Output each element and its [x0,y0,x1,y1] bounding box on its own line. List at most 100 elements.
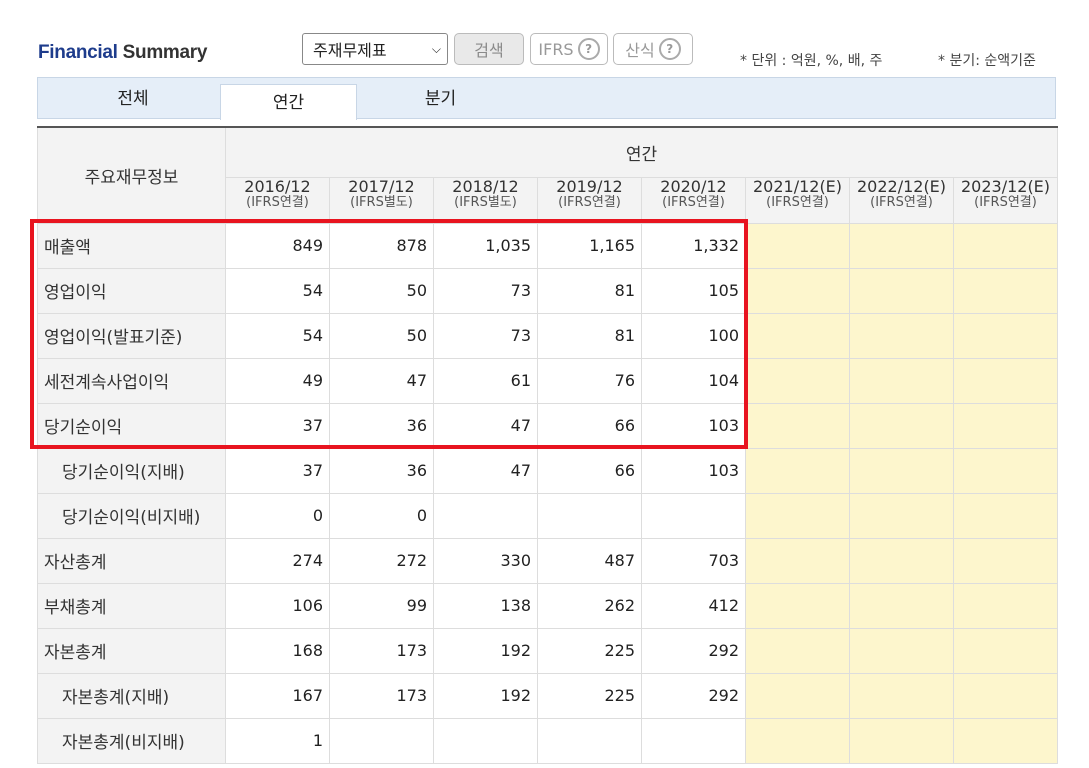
question-icon: ? [577,38,600,60]
value-cell: 262 [537,582,642,629]
year-basis: (IFRS별도) [350,194,413,210]
table-row: 영업이익 54 50 73 81 105 [37,267,1058,314]
year-basis: (IFRS별도) [454,194,517,210]
row-label: 세전계속사업이익 [37,357,226,404]
table-row: 세전계속사업이익 49 47 61 76 104 [37,357,1058,404]
value-cell: 47 [433,402,538,449]
year-header: 2023/12(E) (IFRS연결) [953,176,1058,224]
year-basis: (IFRS연결) [246,194,309,210]
value-cell [433,717,538,764]
year-header: 2019/12 (IFRS연결) [537,176,642,224]
value-cell: 412 [641,582,746,629]
value-cell: 66 [537,447,642,494]
tab-quarterly[interactable]: 분기 [368,78,513,120]
value-cell: 104 [641,357,746,404]
year-period: 2019/12 [556,176,623,196]
estimate-cell [745,492,850,539]
year-period: 2023/12(E) [960,176,1051,196]
value-cell: 192 [433,672,538,719]
estimate-cell [953,222,1058,269]
unit-note: * 단위 : 억원, %, 배, 주 [740,53,883,69]
estimate-cell [849,672,954,719]
estimate-cell [849,717,954,764]
year-header: 2016/12 (IFRS연결) [225,176,330,224]
year-header: 2017/12 (IFRS별도) [329,176,434,224]
value-cell: 99 [329,582,434,629]
value-cell [433,492,538,539]
search-button-label: 검색 [474,41,504,60]
estimate-cell [745,582,850,629]
row-label: 자본총계 [37,627,226,674]
value-cell: 330 [433,537,538,584]
value-cell: 36 [329,402,434,449]
value-cell: 37 [225,447,330,494]
value-cell: 103 [641,402,746,449]
year-header: 2021/12(E) (IFRS연결) [745,176,850,224]
value-cell: 0 [225,492,330,539]
table-row: 자본총계(비지배) 1 [37,717,1058,764]
year-basis: (IFRS연결) [974,194,1037,210]
table-row: 매출액 849 878 1,035 1,165 1,332 [37,222,1058,269]
year-header: 2022/12(E) (IFRS연결) [849,176,954,224]
formula-help-button[interactable]: 산식 ? [613,33,693,65]
row-label: 매출액 [37,222,226,269]
value-cell: 168 [225,627,330,674]
value-cell: 1,332 [641,222,746,269]
year-period: 2017/12 [348,176,415,196]
year-header: 2020/12 (IFRS연결) [641,176,746,224]
estimate-cell [849,582,954,629]
value-cell [641,717,746,764]
value-cell: 100 [641,312,746,359]
year-period: 2018/12 [452,176,519,196]
question-icon: ? [658,38,681,60]
financial-summary-table: 주요재무정보 연간 2016/12 (IFRS연결) 2017/12 (IFRS별도)… [37,126,1058,764]
estimate-cell [745,357,850,404]
ifrs-help-button[interactable]: IFRS ? [530,33,608,65]
value-cell: 1,165 [537,222,642,269]
row-label: 자본총계(지배) [37,672,226,719]
table-row: 자본총계(지배) 167 173 192 225 292 [37,672,1058,719]
year-basis: (IFRS연결) [870,194,933,210]
table-row: 당기순이익(지배) 37 36 47 66 103 [37,447,1058,494]
estimate-cell [953,267,1058,314]
tab-all[interactable]: 전체 [38,78,228,120]
value-cell: 50 [329,267,434,314]
value-cell: 849 [225,222,330,269]
value-cell: 61 [433,357,538,404]
estimate-cell [849,402,954,449]
value-cell: 272 [329,537,434,584]
table-row: 자본총계 168 173 192 225 292 [37,627,1058,674]
estimate-cell [745,267,850,314]
value-cell: 167 [225,672,330,719]
value-cell: 878 [329,222,434,269]
row-label: 당기순이익(지배) [37,447,226,494]
estimate-cell [849,537,954,584]
year-basis: (IFRS연결) [558,194,621,210]
value-cell: 73 [433,267,538,314]
annual-group-header: 연간 [225,126,1058,178]
estimate-cell [953,627,1058,674]
chevron-down-icon: ⌵ [431,42,441,56]
value-cell: 54 [225,267,330,314]
quarter-note: * 분기: 순액기준 [938,53,1036,69]
title-part-1: Financial [38,42,118,63]
table-row: 당기순이익 37 36 47 66 103 [37,402,1058,449]
value-cell: 105 [641,267,746,314]
ifrs-label: IFRS [538,39,574,59]
value-cell: 225 [537,627,642,674]
estimate-cell [849,222,954,269]
value-cell: 106 [225,582,330,629]
table-row: 당기순이익(비지배) 0 0 [37,492,1058,539]
value-cell: 274 [225,537,330,584]
search-button[interactable]: 검색 [454,33,524,65]
table-row: 영업이익(발표기준) 54 50 73 81 100 [37,312,1058,359]
statement-type-select[interactable]: 주재무제표 ⌵ [302,33,448,65]
value-cell: 36 [329,447,434,494]
row-label: 자산총계 [37,537,226,584]
estimate-cell [953,717,1058,764]
page-title: Financial Summary [38,42,207,64]
tab-annual[interactable]: 연간 [220,84,357,120]
estimate-cell [849,312,954,359]
row-label: 당기순이익 [37,402,226,449]
value-cell: 292 [641,627,746,674]
